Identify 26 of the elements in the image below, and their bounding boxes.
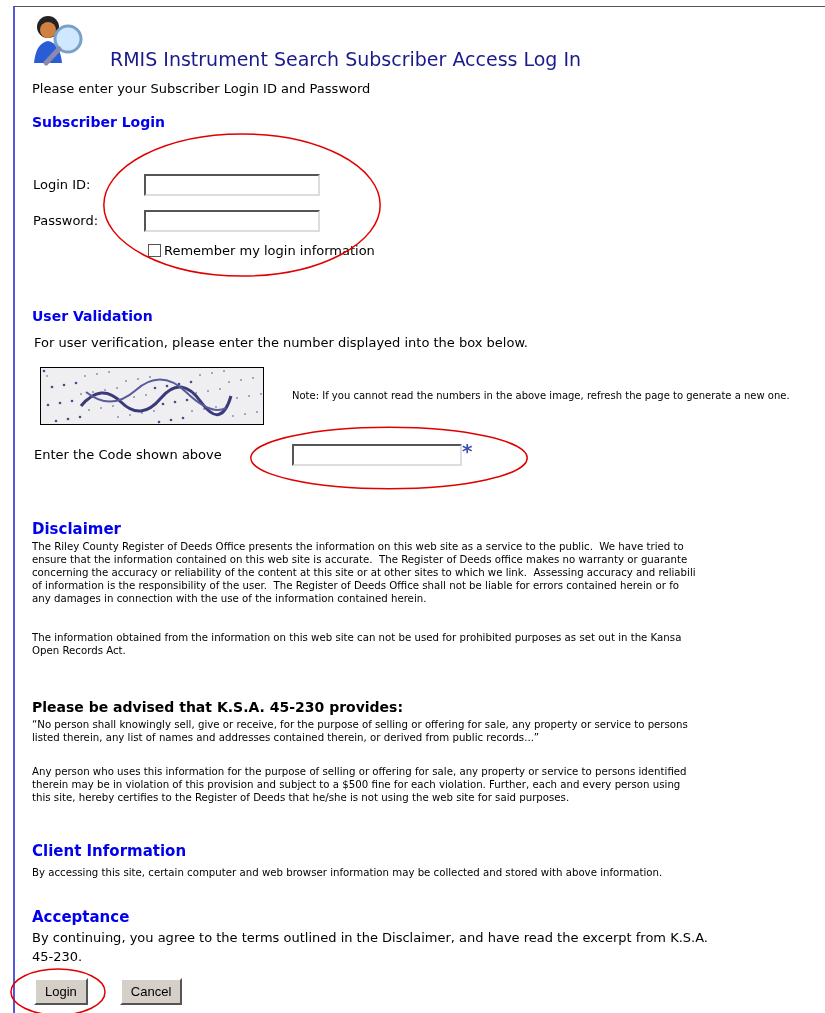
code-field[interactable]: [292, 443, 462, 466]
paragraph: The Riley County Register of Deeds Office presents the information on this web site as a service to the public. We have tried to ensure that the information contained on this web site is accurate. The Register of Deeds office makes no warranty or guarante concerning the accuracy or reliability of the content at this site or at other sites to which we link. Assessing accuracy and reliabili of information is the responsibility of the user. The Register of Deeds Office shall not be liable for errors contained herein or fo any damages in connection with the use of the information contained herein.: [32, 540, 697, 605]
login-id-field[interactable]: [144, 173, 320, 196]
remember-checkbox[interactable]: [148, 243, 161, 257]
paragraph: “No person shall knowingly sell, give or receive, for the purpose of selling or offering for sale, any property or service to persons listed therein, any list of names and addresses contained therein, or derived from public records...”: [32, 718, 689, 744]
acceptance-text: By continuing, you agree to the terms outlined in the Disclaimer, and have read the excerpt from K.S.A. 45-230.: [32, 929, 709, 967]
intro-text: Please enter your Subscriber Login ID and Password: [32, 80, 372, 98]
field-label: Login ID:: [33, 175, 92, 194]
page-title: RMIS Instrument Search Subscriber Access Log In: [110, 46, 582, 72]
paragraph: The information obtained from the information on this web site can not be used for prohibited purposes as set out in the Kansa Open Records Act.: [32, 631, 683, 657]
field-label: Password:: [33, 211, 100, 230]
captcha-note: Note: If you cannot read the numbers in the above image, refresh the page to generate a new one.: [292, 389, 791, 402]
section-heading: Disclaimer: [32, 518, 123, 540]
instruction-text: For user verification, please enter the number displayed into the box below.: [34, 334, 529, 352]
section-heading: User Validation: [32, 307, 154, 326]
code-label: Enter the Code shown above: [34, 445, 223, 464]
section-heading: Acceptance: [32, 906, 131, 928]
paragraph: Any person who uses this information for the purpose of selling or offering for sale, any property or service to persons identified therein may be in violation of this provision and subject to a $500 fine for each violation. Further, each and every person using this site, hereby certifies to the Register of Deeds that he/she is not using the web site for said purposes.: [32, 765, 688, 804]
client-info-text: By accessing this site, certain computer and web browser information may be collected and stored with above information.: [32, 865, 664, 880]
section-heading: Client Information: [32, 841, 188, 862]
password-field[interactable]: [144, 209, 320, 232]
cancel-button[interactable]: Cancel: [119, 978, 183, 1006]
login-button[interactable]: Login: [34, 978, 88, 1006]
statute-heading: Please be advised that K.S.A. 45-230 provides:: [32, 698, 405, 717]
section-heading: Subscriber Login: [32, 112, 167, 132]
required-mark: *: [462, 437, 473, 465]
